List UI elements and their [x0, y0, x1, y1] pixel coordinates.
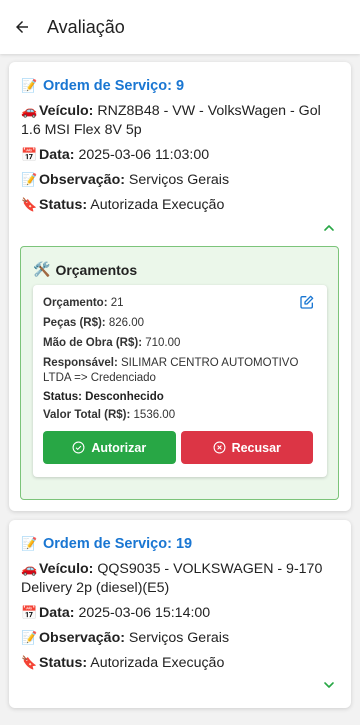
observation-line: 📝 Observação: Serviços Gerais: [21, 630, 230, 646]
calendar-icon: 📅: [21, 147, 38, 162]
app-bar: Avaliação: [0, 0, 360, 54]
back-button[interactable]: [0, 0, 44, 54]
vehicle-line: 🚗 Veículo: QQS9035 - VOLKSWAGEN - 9-170 D…: [21, 561, 323, 596]
status-line: 🔖 Status: Autorizada Execução: [21, 655, 225, 671]
refuse-button[interactable]: Recusar: [180, 431, 313, 464]
service-order-card: 📝 Ordem de Serviço: 19 🚗 Veículo: QQS9035…: [9, 520, 351, 708]
edit-icon[interactable]: [299, 294, 315, 310]
bookmark-icon: 🔖: [21, 197, 38, 212]
mao-de-obra-value: Mão de Obra (R$): 710.00: [43, 337, 181, 349]
authorize-button[interactable]: Autorizar: [43, 431, 176, 464]
memo-icon: 📝: [21, 630, 38, 645]
service-order-title: Ordem de Serviço: 19: [43, 536, 193, 552]
orcamento-card: Orçamento: 21 Peças (R$): 826.00 Mão de …: [33, 285, 327, 477]
car-icon: 🚗: [21, 103, 38, 118]
check-circle-icon: [72, 441, 85, 454]
observation-line: 📝 Observação: Serviços Gerais: [21, 172, 230, 188]
calendar-icon: 📅: [21, 605, 38, 620]
chevron-down-icon[interactable]: [321, 677, 337, 693]
date-line: 📅 Data: 2025-03-06 15:14:00: [21, 605, 211, 621]
orcamentos-title: Orçamentos: [55, 261, 138, 278]
chevron-up-icon[interactable]: [321, 220, 337, 236]
service-order-card: 📝 Ordem de Serviço: 9 🚗 Veículo: RNZ8B48 …: [9, 62, 351, 511]
bookmark-icon: 🔖: [21, 655, 38, 670]
status-line: 🔖 Status: Autorizada Execução: [21, 197, 225, 213]
page-title: Avaliação: [47, 16, 125, 37]
tools-icon: 🛠️: [33, 261, 51, 277]
valor-total: Valor Total (R$): 1536.00: [43, 409, 176, 421]
date-line: 📅 Data: 2025-03-06 11:03:00: [21, 147, 210, 163]
responsavel: Responsável: SILIMAR CENTRO AUTOMOTIVO L…: [43, 357, 299, 384]
car-icon: 🚗: [21, 561, 38, 576]
orcamentos-panel: 🛠️ Orçamentos Orçamento: 21 Peças (R$): …: [20, 246, 339, 500]
orcamento-status: Status: Desconhecido: [43, 391, 164, 403]
memo-icon: 📝: [21, 172, 38, 187]
pecas-value: Peças (R$): 826.00: [43, 317, 145, 329]
memo-icon: 📝: [21, 78, 38, 93]
arrow-left-icon: [16, 21, 28, 33]
service-order-title: Ordem de Serviço: 9: [43, 78, 185, 94]
vehicle-line: 🚗 Veículo: RNZ8B48 - VW - VolksWagen - Go…: [21, 103, 321, 138]
memo-icon: 📝: [21, 536, 38, 551]
x-circle-icon: [213, 441, 226, 454]
orcamento-number: Orçamento: 21: [43, 297, 124, 309]
